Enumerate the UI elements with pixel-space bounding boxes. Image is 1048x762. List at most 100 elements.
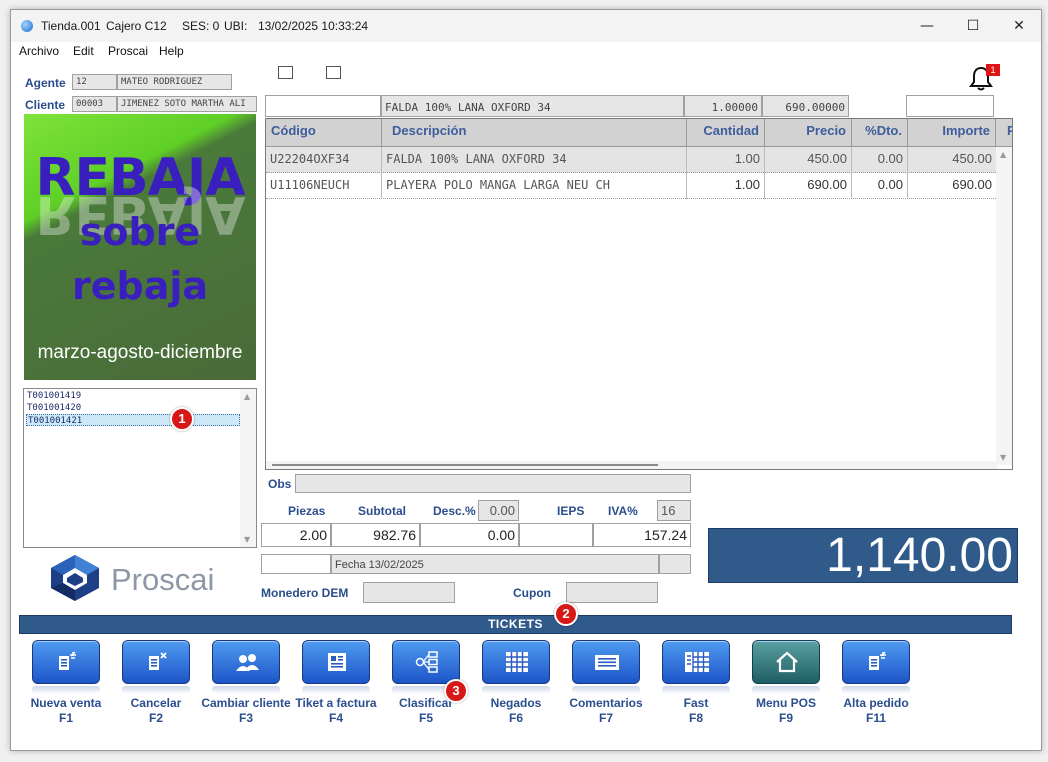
current-quantity-field: 1.00000 bbox=[684, 95, 762, 117]
grid-vertical-scrollbar[interactable]: ▲ ▼ bbox=[996, 147, 1012, 465]
header-cantidad[interactable]: Cantidad bbox=[687, 119, 765, 147]
row-amount: 450.00 bbox=[952, 151, 992, 166]
scroll-up-icon[interactable]: ▲ bbox=[1000, 150, 1006, 159]
cashier-name: Cajero C12 bbox=[106, 19, 167, 33]
menu-pos-label[interactable]: Menu POS F9 bbox=[738, 696, 834, 726]
new-sale-button[interactable] bbox=[28, 638, 104, 694]
ticket-list-item-selected[interactable]: T001001421 bbox=[26, 414, 240, 426]
header-descuento[interactable]: %Dto. bbox=[852, 119, 908, 147]
fast-icon bbox=[685, 652, 709, 672]
client-label: Cliente bbox=[25, 98, 66, 112]
promo-banner: REBAJA REBAJA sobre rebaja marzo-agosto-… bbox=[24, 114, 256, 380]
header-p[interactable]: P bbox=[996, 119, 1012, 147]
header-precio[interactable]: Precio bbox=[765, 119, 852, 147]
cancel-icon bbox=[149, 652, 167, 670]
header-descripcion[interactable]: Descripción bbox=[382, 119, 687, 147]
classify-icon bbox=[415, 651, 438, 673]
new-order-label[interactable]: Alta pedido F11 bbox=[828, 696, 924, 726]
row-discount: 0.00 bbox=[852, 173, 908, 199]
annotation-marker-3: 3 bbox=[444, 679, 468, 703]
header-codigo[interactable]: Código bbox=[266, 119, 382, 147]
header-importe[interactable]: Importe bbox=[908, 119, 996, 147]
new-sale-label[interactable]: Nueva venta F1 bbox=[18, 696, 114, 726]
row-amount: 690.00 bbox=[952, 177, 992, 192]
row-discount: 0.00 bbox=[852, 147, 908, 173]
change-client-icon bbox=[236, 654, 259, 671]
ticket-list[interactable]: T001001419 T001001420 T001001421 ▲ ▼ bbox=[23, 388, 257, 548]
obs-field[interactable] bbox=[295, 474, 691, 493]
iva-pct-label: IVA% bbox=[608, 504, 638, 518]
total-display: 1,140.00 bbox=[708, 528, 1018, 583]
option-checkbox-1[interactable] bbox=[278, 66, 293, 79]
client-code-field[interactable]: 00003 bbox=[72, 96, 117, 112]
change-client-label[interactable]: Cambiar cliente F3 bbox=[198, 696, 294, 726]
menu-proscai[interactable]: Proscai bbox=[108, 44, 148, 58]
iva-pct-field[interactable]: 16 bbox=[657, 500, 691, 521]
scroll-down-icon[interactable]: ▼ bbox=[1000, 453, 1006, 462]
extra-entry-field[interactable] bbox=[906, 95, 994, 117]
ticket-to-invoice-button[interactable] bbox=[298, 638, 374, 694]
notification-bell[interactable]: 1 bbox=[967, 64, 1000, 92]
items-grid[interactable]: Código Descripción Cantidad Precio %Dto.… bbox=[265, 118, 1013, 470]
close-button[interactable]: ✕ bbox=[996, 10, 1042, 42]
ticket-to-invoice-label[interactable]: Tiket a factura F4 bbox=[288, 696, 384, 726]
cancel-button[interactable] bbox=[118, 638, 194, 694]
menu-archivo[interactable]: Archivo bbox=[19, 44, 59, 58]
change-client-button[interactable] bbox=[208, 638, 284, 694]
menu-help[interactable]: Help bbox=[159, 44, 184, 58]
session-label: SES: 0 bbox=[182, 19, 220, 33]
extra-date-entry[interactable] bbox=[261, 554, 331, 574]
promo-line2: sobre bbox=[79, 210, 201, 254]
comments-label[interactable]: Comentarios F7 bbox=[558, 696, 654, 726]
grid-row[interactable]: U11106NEUCH PLAYERA POLO MANGA LARGA NEU… bbox=[266, 173, 996, 199]
maximize-button[interactable]: ☐ bbox=[950, 10, 996, 42]
grid-row[interactable]: U22204OXF34 FALDA 100% LANA OXFORD 34 1.… bbox=[266, 147, 996, 173]
title-bar: Tienda.001 Cajero C12 SES: 0 UBI: 13/02/… bbox=[11, 10, 1041, 42]
grid-horizontal-scrollbar[interactable] bbox=[266, 461, 998, 469]
horizontal-scroll-thumb[interactable] bbox=[272, 464, 658, 466]
new-sale-icon bbox=[59, 651, 76, 670]
scroll-up-icon[interactable]: ▲ bbox=[244, 392, 250, 401]
app-globe-icon bbox=[21, 20, 33, 32]
coupon-field[interactable] bbox=[566, 582, 658, 603]
ticket-list-item[interactable]: T001001419 bbox=[26, 390, 240, 402]
notification-count: 1 bbox=[986, 64, 1000, 76]
row-description: FALDA 100% LANA OXFORD 34 bbox=[382, 147, 687, 173]
date-field: Fecha 13/02/2025 bbox=[331, 554, 659, 574]
row-code: U11106NEUCH bbox=[266, 173, 382, 199]
denied-button[interactable] bbox=[478, 638, 554, 694]
tickets-bar[interactable]: TICKETS bbox=[19, 615, 1012, 634]
coupon-label: Cupon bbox=[513, 586, 551, 600]
cancel-label[interactable]: Cancelar F2 bbox=[108, 696, 204, 726]
minimize-button[interactable]: — bbox=[904, 10, 950, 42]
ieps-value bbox=[519, 523, 593, 547]
comments-button[interactable] bbox=[568, 638, 644, 694]
discount-pct-field[interactable]: 0.00 bbox=[478, 500, 519, 521]
pieces-value: 2.00 bbox=[261, 523, 331, 547]
new-order-button[interactable] bbox=[838, 638, 914, 694]
ieps-label: IEPS bbox=[557, 504, 585, 518]
code-entry-field[interactable] bbox=[265, 95, 381, 117]
ticket-list-item[interactable]: T001001420 bbox=[26, 402, 240, 414]
annotation-marker-1: 1 bbox=[170, 407, 194, 431]
menu-pos-button[interactable] bbox=[748, 638, 824, 694]
comments-icon bbox=[595, 655, 619, 670]
subtotal-label: Subtotal bbox=[358, 504, 406, 518]
store-name: Tienda.001 bbox=[41, 19, 101, 33]
denied-label[interactable]: Negados F6 bbox=[468, 696, 564, 726]
fast-label[interactable]: Fast F8 bbox=[648, 696, 744, 726]
proscai-logo: Proscai bbox=[47, 553, 237, 603]
ticket-list-scrollbar[interactable]: ▲ ▼ bbox=[240, 389, 256, 547]
menu-edit[interactable]: Edit bbox=[73, 44, 94, 58]
wallet-field[interactable] bbox=[363, 582, 455, 603]
scroll-down-icon[interactable]: ▼ bbox=[244, 535, 250, 544]
option-checkbox-2[interactable] bbox=[326, 66, 341, 79]
ubi-label: UBI: bbox=[224, 19, 248, 33]
agent-code-field[interactable]: 12 bbox=[72, 74, 117, 90]
row-quantity: 1.00 bbox=[687, 173, 765, 199]
row-code: U22204OXF34 bbox=[266, 147, 382, 173]
fast-button[interactable] bbox=[658, 638, 734, 694]
client-name-field[interactable]: JIMENEZ SOTO MARTHA ALI bbox=[117, 96, 257, 112]
agent-name-field[interactable]: MATEO RODRIGUEZ bbox=[117, 74, 232, 90]
row-price: 690.00 bbox=[765, 173, 852, 199]
